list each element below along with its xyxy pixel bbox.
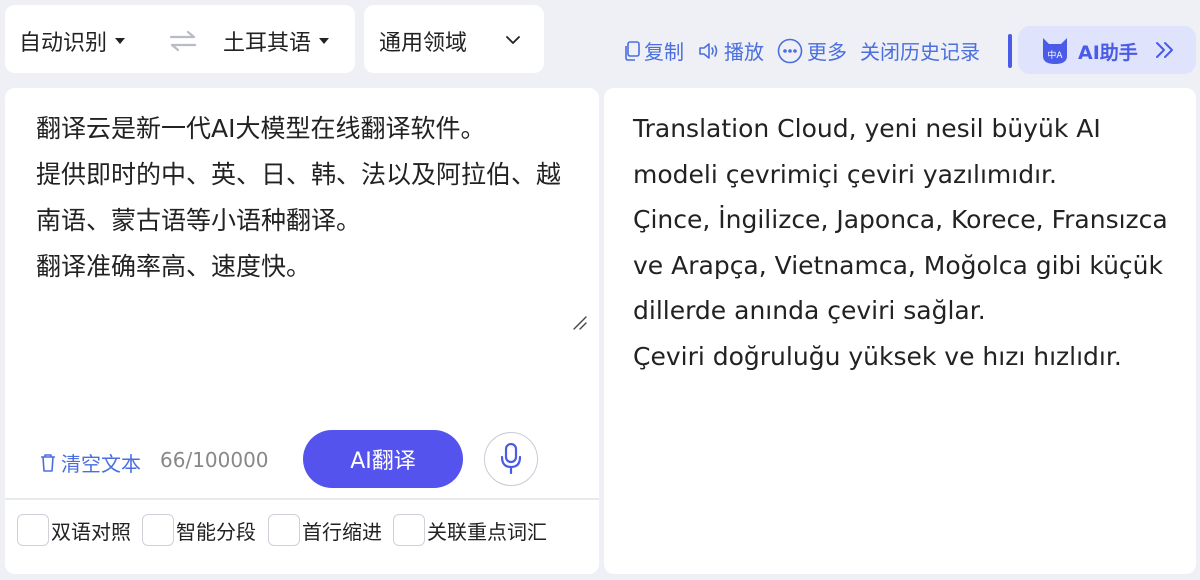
character-count: 66/100000: [160, 448, 269, 472]
more-button[interactable]: 更多: [777, 36, 847, 65]
play-label: 播放: [724, 40, 764, 64]
option-smart-segment[interactable]: 智能分段: [142, 514, 256, 546]
option-first-line-indent[interactable]: 首行缩进: [268, 514, 382, 546]
bilingual-label: 双语对照: [51, 519, 131, 544]
microphone-button[interactable]: [484, 432, 538, 486]
copy-button[interactable]: 复制: [624, 36, 684, 65]
source-language-label: 自动识别: [19, 31, 108, 56]
chevron-down-icon: [506, 36, 520, 44]
clear-text-label: 清空文本: [61, 452, 141, 476]
more-dots-icon: [777, 38, 803, 63]
domain-dropdown[interactable]: 通用领域: [379, 25, 467, 57]
ai-translate-label: AI翻译: [350, 449, 416, 474]
domain-label: 通用领域: [379, 31, 468, 56]
domain-selector[interactable]: 通用领域: [364, 5, 544, 73]
smart-segment-checkbox[interactable]: [142, 514, 174, 546]
target-language-label: 土耳其语: [223, 31, 312, 56]
ai-assistant-button[interactable]: 中A AI助手: [1018, 26, 1196, 74]
ai-assistant-label: AI助手: [1078, 42, 1138, 64]
speaker-icon: [699, 42, 718, 59]
source-textarea[interactable]: 翻译云是新一代AI大模型在线翻译软件。 提供即时的中、英、日、韩、法以及阿拉伯、…: [36, 106, 581, 290]
key-vocabulary-checkbox[interactable]: [393, 514, 425, 546]
history-label: 关闭历史记录: [860, 40, 980, 64]
bilingual-checkbox[interactable]: [17, 514, 49, 546]
smart-segment-label: 智能分段: [176, 519, 256, 544]
copy-icon: [625, 40, 640, 61]
target-panel: Translation Cloud, yeni nesil büyük AI m…: [604, 88, 1196, 574]
resize-handle-icon[interactable]: [571, 314, 587, 330]
source-language-dropdown[interactable]: 自动识别: [19, 25, 126, 57]
close-history-button[interactable]: 关闭历史记录: [860, 36, 980, 65]
swap-languages-icon[interactable]: [167, 29, 199, 53]
target-language-dropdown[interactable]: 土耳其语: [223, 25, 330, 57]
clear-text-button[interactable]: 清空文本: [39, 448, 141, 477]
first-line-indent-label: 首行缩进: [302, 519, 382, 544]
more-label: 更多: [807, 40, 847, 64]
language-selector: 自动识别 土耳其语: [5, 5, 355, 73]
ai-translate-button[interactable]: AI翻译: [303, 430, 463, 488]
ai-cat-avatar-icon: 中A: [1043, 38, 1067, 64]
caret-down-icon: [319, 38, 330, 44]
translation-output: Translation Cloud, yeni nesil büyük AI m…: [633, 114, 1168, 371]
source-panel: 翻译云是新一代AI大模型在线翻译软件。 提供即时的中、英、日、韩、法以及阿拉伯、…: [5, 88, 599, 574]
trash-icon: [41, 453, 55, 472]
toolbar-divider: [1008, 34, 1012, 68]
options-divider: [5, 498, 599, 500]
copy-label: 复制: [644, 40, 684, 64]
microphone-icon: [500, 442, 522, 475]
key-vocabulary-label: 关联重点词汇: [427, 519, 547, 544]
first-line-indent-checkbox[interactable]: [268, 514, 300, 546]
caret-down-icon: [115, 38, 126, 44]
option-key-vocabulary[interactable]: 关联重点词汇: [393, 514, 547, 546]
option-bilingual[interactable]: 双语对照: [17, 514, 131, 546]
double-chevron-right-icon: [1156, 42, 1173, 58]
play-button[interactable]: 播放: [698, 36, 764, 65]
ai-avatar-text: 中A: [1047, 49, 1063, 61]
